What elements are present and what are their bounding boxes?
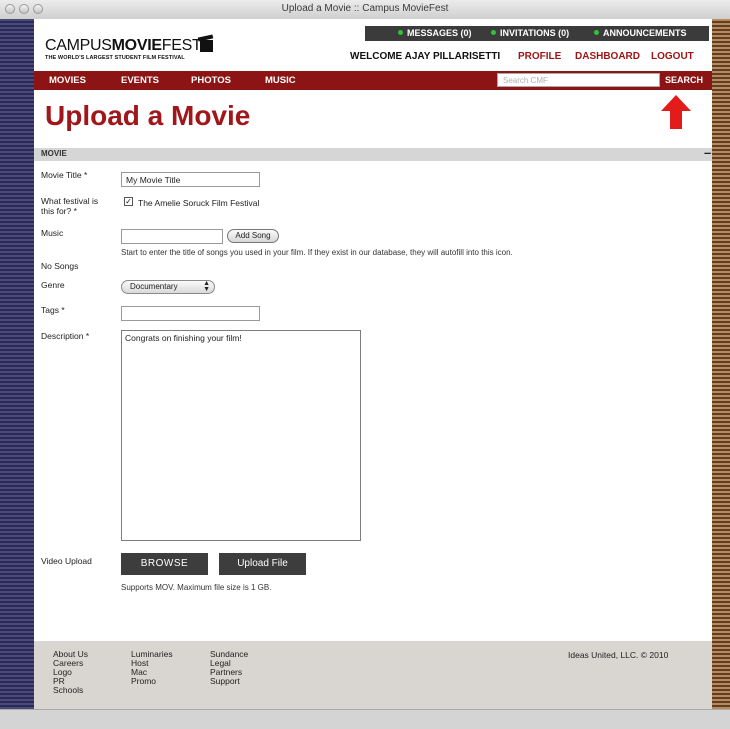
up-arrow-icon xyxy=(661,95,691,129)
festival-option-label: The Amelie Soruck Film Festival xyxy=(138,198,260,208)
window-title: Upload a Movie :: Campus MovieFest xyxy=(281,3,449,14)
window-status-bar xyxy=(0,709,730,729)
description-label: Description * xyxy=(41,331,90,341)
festival-checkbox[interactable]: ✓ xyxy=(124,197,133,206)
footer-link[interactable]: Promo xyxy=(131,677,173,686)
messages-label: MESSAGES (0) xyxy=(407,28,472,38)
logo-fest: FEST xyxy=(161,37,202,54)
upload-file-button[interactable]: Upload File xyxy=(219,553,306,575)
add-song-button[interactable]: Add Song xyxy=(227,229,279,243)
collapse-section-button[interactable]: – xyxy=(704,145,711,160)
tags-label: Tags * xyxy=(41,305,65,315)
logout-link[interactable]: LOGOUT xyxy=(651,51,694,62)
movie-title-input[interactable] xyxy=(121,172,260,187)
festival-label: What festival is this for? * xyxy=(41,196,99,216)
site-logo[interactable]: CAMPUSMOVIEFEST xyxy=(45,37,202,55)
genre-select[interactable]: Documentary ▲ ▼ xyxy=(121,280,215,294)
video-upload-label: Video Upload xyxy=(41,556,92,566)
description-textarea[interactable]: Congrats on finishing your film! xyxy=(121,330,361,541)
announcements-label: ANNOUNCEMENTS xyxy=(603,28,687,38)
browse-button[interactable]: BROWSE xyxy=(121,553,208,575)
status-dot-icon xyxy=(594,30,599,35)
nav-events[interactable]: EVENTS xyxy=(121,75,159,86)
profile-link[interactable]: PROFILE xyxy=(518,51,561,62)
clapperboard-icon xyxy=(200,40,213,52)
music-input[interactable] xyxy=(121,229,223,244)
search-button[interactable]: SEARCH xyxy=(665,75,703,85)
footer-column-1: About Us Careers Logo PR Schools xyxy=(53,650,88,695)
movie-title-label: Movie Title * xyxy=(41,170,88,180)
messages-link[interactable]: MESSAGES (0) xyxy=(398,28,472,38)
announcements-link[interactable]: ANNOUNCEMENTS xyxy=(594,28,687,38)
logo-campus: CAMPUS xyxy=(45,37,112,54)
nav-photos[interactable]: PHOTOS xyxy=(191,75,231,86)
movie-section-header xyxy=(34,148,712,161)
tags-input[interactable] xyxy=(121,306,260,321)
logo-movie: MOVIE xyxy=(111,37,162,54)
nav-music[interactable]: MUSIC xyxy=(265,75,296,86)
status-dot-icon xyxy=(398,30,403,35)
page-title: Upload a Movie xyxy=(45,100,251,131)
dashboard-link[interactable]: DASHBOARD xyxy=(575,51,640,62)
music-help-text: Start to enter the title of songs you us… xyxy=(121,248,513,257)
logo-tagline: THE WORLD'S LARGEST STUDENT FILM FESTIVA… xyxy=(45,55,185,61)
invitations-link[interactable]: INVITATIONS (0) xyxy=(491,28,569,38)
status-dot-icon xyxy=(491,30,496,35)
section-label: MOVIE xyxy=(41,149,67,158)
footer-column-3: Sundance Legal Partners Support xyxy=(210,650,248,686)
genre-label: Genre xyxy=(41,280,65,290)
right-background-stripes xyxy=(712,19,730,709)
genre-selected-value: Documentary xyxy=(130,282,178,291)
no-songs-text: No Songs xyxy=(41,261,79,271)
search-input[interactable] xyxy=(497,73,660,87)
nav-movies[interactable]: MOVIES xyxy=(49,75,86,86)
footer-link[interactable]: Schools xyxy=(53,686,88,695)
copyright-text: Ideas United, LLC. © 2010 xyxy=(568,650,669,660)
footer-column-2: Luminaries Host Mac Promo xyxy=(131,650,173,686)
footer-link[interactable]: Support xyxy=(210,677,248,686)
music-label: Music xyxy=(41,228,64,238)
welcome-text: WELCOME AJAY PILLARISETTI xyxy=(350,51,501,62)
invitations-label: INVITATIONS (0) xyxy=(500,28,570,38)
select-arrows-icon: ▲ ▼ xyxy=(203,280,210,293)
left-background-stripes xyxy=(0,19,34,709)
upload-help-text: Supports MOV. Maximum file size is 1 GB. xyxy=(121,583,272,592)
